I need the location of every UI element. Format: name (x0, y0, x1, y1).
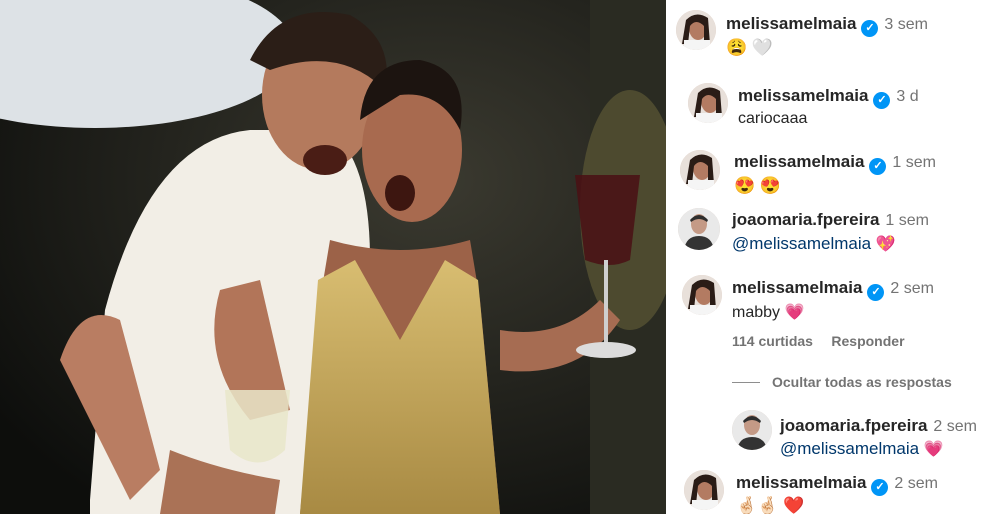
avatar[interactable] (732, 410, 772, 450)
hide-replies-toggle[interactable]: Ocultar todas as respostas (732, 374, 952, 392)
heart-emoji: 💖 (875, 236, 896, 253)
username[interactable]: melissamelmaia (726, 14, 856, 33)
comment-text: 😩 🤍 (726, 38, 774, 57)
comment-text: cariocaaa (738, 110, 808, 127)
heart-emoji: 💗 (784, 304, 805, 321)
photo-illustration (0, 0, 666, 514)
comments-panel: melissamelmaia ✓ 3 sem 😩 🤍 melissamelmaia ✓… (666, 0, 984, 514)
verified-badge-icon: ✓ (871, 479, 889, 496)
timestamp[interactable]: 1 sem (892, 154, 936, 171)
verified-badge-icon: ✓ (861, 20, 879, 37)
mention-link[interactable]: @melissamelmaia (780, 439, 919, 458)
username[interactable]: melissamelmaia (736, 473, 866, 492)
username[interactable]: joaomaria.fpereira (732, 210, 879, 229)
timestamp[interactable]: 1 sem (885, 212, 929, 229)
divider-line (732, 382, 760, 384)
timestamp[interactable]: 2 sem (890, 280, 934, 297)
timestamp[interactable]: 2 sem (894, 475, 938, 492)
username[interactable]: joaomaria.fpereira (780, 416, 927, 435)
verified-badge-icon: ✓ (873, 92, 891, 109)
avatar[interactable] (682, 275, 722, 315)
likes-count[interactable]: 114 curtidas (732, 333, 813, 349)
verified-badge-icon: ✓ (869, 158, 887, 175)
timestamp[interactable]: 2 sem (933, 418, 977, 435)
comment-text: 😍 😍 (734, 176, 782, 195)
username[interactable]: melissamelmaia (738, 86, 868, 105)
verified-badge-icon: ✓ (867, 284, 885, 301)
comment-text: mabby (732, 304, 781, 321)
hide-replies-label[interactable]: Ocultar todas as respostas (772, 374, 952, 390)
avatar[interactable] (688, 83, 728, 123)
comment-text: 🤞🏻🤞🏻 ❤️ (736, 496, 805, 514)
username[interactable]: melissamelmaia (734, 152, 864, 171)
avatar[interactable] (676, 10, 716, 50)
heart-emoji: 💗 (923, 441, 944, 458)
mention-link[interactable]: @melissamelmaia (732, 234, 871, 253)
avatar[interactable] (678, 208, 720, 250)
reply-button[interactable]: Responder (831, 333, 904, 349)
timestamp[interactable]: 3 d (896, 88, 918, 105)
avatar[interactable] (684, 470, 724, 510)
timestamp[interactable]: 3 sem (884, 16, 928, 33)
username[interactable]: melissamelmaia (732, 278, 862, 297)
avatar[interactable] (680, 150, 720, 190)
post-photo (0, 0, 666, 514)
